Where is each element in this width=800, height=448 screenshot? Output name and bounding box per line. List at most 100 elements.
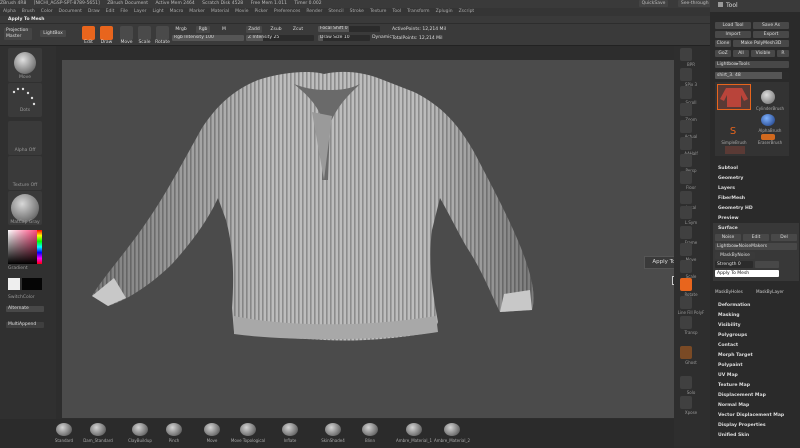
menu-marker[interactable]: Marker [189, 8, 205, 16]
menu-draw[interactable]: Draw [88, 8, 100, 16]
section-normal-map[interactable]: Normal Map [718, 401, 798, 410]
menu-file[interactable]: File [120, 8, 128, 16]
menu-transform[interactable]: Transform [407, 8, 429, 16]
r-button[interactable]: R [777, 50, 789, 57]
cylinder-brush-icon[interactable] [761, 90, 775, 104]
clone-button[interactable]: Clone [715, 40, 731, 47]
section-contact[interactable]: Contact [718, 341, 798, 350]
rotate-icon[interactable] [680, 278, 692, 291]
menu-preferences[interactable]: Preferences [274, 8, 300, 16]
move-topological-icon[interactable] [240, 423, 256, 436]
subtool-thumbnail[interactable] [725, 146, 745, 154]
section-fibermesh[interactable]: FiberMesh [718, 194, 798, 203]
section-deformation[interactable]: Deformation [718, 301, 798, 310]
menu-movie[interactable]: Movie [235, 8, 248, 16]
section-layers[interactable]: Layers [718, 184, 798, 193]
move-button[interactable] [120, 26, 133, 40]
section-displacement-map[interactable]: Displacement Map [718, 391, 798, 400]
zcut-button[interactable]: Zcut [290, 26, 306, 33]
z-intensity-slider[interactable]: Z Intensity 25 [246, 35, 314, 41]
hue-slider[interactable] [37, 230, 42, 264]
menu-zplugin[interactable]: Zplugin [436, 8, 453, 16]
export-button[interactable]: Export [753, 31, 789, 38]
section-subtool[interactable]: Subtool [718, 164, 798, 173]
rgb-button[interactable]: Rgb [196, 26, 210, 33]
lightbox-tools-button[interactable]: Lightbox▸Tools [715, 61, 789, 68]
menu-tool[interactable]: Tool [392, 8, 401, 16]
standard-icon[interactable] [56, 423, 72, 436]
simple-brush-icon[interactable]: S [727, 126, 739, 138]
section-geometry[interactable]: Geometry [718, 174, 798, 183]
dynamic-button[interactable]: Dynamic [372, 35, 392, 40]
draw-size-slider[interactable]: Draw Size 10 [318, 35, 370, 41]
focal-shift-slider[interactable]: Focal Shift 0 [318, 26, 380, 32]
main-color-swatch[interactable] [8, 278, 20, 290]
menu-document[interactable]: Document [59, 8, 82, 16]
l-sym-icon[interactable] [680, 206, 692, 219]
all-button[interactable]: All [733, 50, 749, 57]
lightbox-button[interactable]: LightBox [40, 30, 66, 37]
ghost-icon[interactable] [680, 346, 692, 359]
mask-by-noise-button[interactable]: MaskByNoise [715, 252, 755, 259]
section-display-properties[interactable]: Display Properties [718, 421, 798, 430]
menu-picker[interactable]: Picker [254, 8, 267, 16]
inflate-icon[interactable] [282, 423, 298, 436]
alpha-brush-icon[interactable] [761, 114, 775, 126]
noise-button[interactable]: Noise [715, 234, 741, 241]
mask-by-layer-button[interactable]: MaskByLayer [756, 289, 796, 294]
canvas-viewport[interactable] [62, 60, 674, 418]
move-icon[interactable] [204, 423, 220, 436]
solo-icon[interactable] [680, 376, 692, 389]
import-button[interactable]: Import [715, 31, 751, 38]
save-as-button[interactable]: Save As [753, 22, 789, 29]
transp-icon[interactable] [680, 316, 692, 329]
gradient-button[interactable]: Gradient [8, 266, 42, 271]
skinshade4-icon[interactable] [325, 423, 341, 436]
tool-slider[interactable]: shirt_3. 48 [715, 72, 789, 79]
ambre-material-2-icon[interactable] [444, 423, 460, 436]
menu-texture[interactable]: Texture [370, 8, 386, 16]
menu-color[interactable]: Color [41, 8, 53, 16]
menu-render[interactable]: Render [306, 8, 322, 16]
section-preview[interactable]: Preview [718, 214, 798, 223]
zadd-button[interactable]: Zadd [246, 26, 262, 33]
pinch-icon[interactable] [166, 423, 182, 436]
actual-icon[interactable] [680, 120, 692, 133]
apply-to-mesh-button[interactable]: Apply To Mesh [715, 270, 779, 277]
strength-slider[interactable]: Strength 0 [715, 261, 753, 268]
section-unified-skin[interactable]: Unified Skin [718, 431, 798, 440]
switch-color-button[interactable]: SwitchColor [8, 295, 42, 300]
menu-layer[interactable]: Layer [134, 8, 147, 16]
section-polygroups[interactable]: Polygroups [718, 331, 798, 340]
menu-stroke[interactable]: Stroke [350, 8, 364, 16]
zsub-button[interactable]: Zsub [268, 26, 284, 33]
persp-icon[interactable] [680, 154, 692, 167]
menu-edit[interactable]: Edit [106, 8, 115, 16]
section-visibility[interactable]: Visibility [718, 321, 798, 330]
m-button[interactable]: M [220, 26, 228, 33]
rgb-intensity-slider[interactable]: Rgb Intensity 100 [172, 35, 244, 41]
aahalf-icon[interactable] [680, 137, 692, 150]
mrgb-button[interactable]: Mrgb [172, 26, 190, 33]
scroll-icon[interactable] [680, 86, 692, 99]
section-uv-map[interactable]: UV Map [718, 371, 798, 380]
noise-edit-button[interactable]: Edit [743, 234, 769, 241]
draw-button[interactable] [100, 26, 113, 40]
blinn-icon[interactable] [362, 423, 378, 436]
local-icon[interactable] [680, 191, 692, 204]
section-surface[interactable]: Surface [718, 224, 798, 233]
floor-icon[interactable] [680, 171, 692, 184]
spix-3-icon[interactable] [680, 68, 692, 81]
alternate-button[interactable]: Alternate [6, 306, 44, 312]
secondary-color-swatch[interactable] [22, 278, 42, 290]
claybuildup-icon[interactable] [132, 423, 148, 436]
visible-button[interactable]: Visible [751, 50, 775, 57]
quicksave-button[interactable]: QuickSave [638, 0, 669, 7]
scale-icon[interactable] [680, 260, 692, 273]
xpose-icon[interactable] [680, 396, 692, 409]
lightbox-noisemakers-button[interactable]: Lightbox▸NoiseMakers [715, 243, 797, 250]
menu-zscript[interactable]: Zscript [459, 8, 475, 16]
line-fill-polyf-icon[interactable] [680, 296, 692, 309]
edit-button[interactable] [82, 26, 95, 40]
ambre-material-1-icon[interactable] [406, 423, 422, 436]
